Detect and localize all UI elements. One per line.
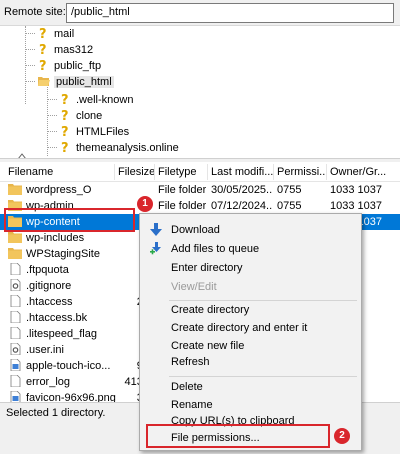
file-row-wordpress-o[interactable]: wordpress_O File folder 30/05/2025... 0755 1… xyxy=(0,182,400,198)
folder-icon xyxy=(8,248,22,259)
svg-text:?: ? xyxy=(61,109,69,121)
menu-item-delete[interactable]: Delete xyxy=(140,377,361,397)
remote-site-bar: Remote site: /public_html xyxy=(0,0,400,26)
menu-item-refresh[interactable]: Refresh xyxy=(140,352,361,372)
file-name: error_log xyxy=(26,376,71,388)
file-owner-group: 1033 1037 xyxy=(330,200,382,212)
unknown-folder-icon: ? xyxy=(61,93,69,105)
image-file-icon xyxy=(10,359,21,371)
file-name: .user.ini xyxy=(26,344,64,356)
status-text: Selected 1 directory. xyxy=(6,407,106,419)
unknown-folder-icon: ? xyxy=(61,141,69,153)
svg-text:?: ? xyxy=(61,93,69,105)
config-file-icon xyxy=(10,279,21,291)
svg-text:?: ? xyxy=(39,27,47,39)
context-menu: Download Add files to queue Enter direct… xyxy=(139,213,362,451)
file-modified: 07/12/2024... xyxy=(211,200,273,212)
file-permissions: 0755 xyxy=(277,184,302,196)
file-name: .litespeed_flag xyxy=(26,328,97,340)
file-name: .htaccess xyxy=(26,296,73,308)
file-icon xyxy=(10,311,21,323)
file-owner-group: 1033 1037 xyxy=(330,184,382,196)
file-name: .htaccess.bk xyxy=(26,312,88,324)
unknown-folder-icon: ? xyxy=(39,59,47,71)
file-icon xyxy=(10,327,21,339)
file-name: .gitignore xyxy=(26,280,72,292)
file-icon xyxy=(10,263,21,275)
svg-text:?: ? xyxy=(61,125,69,137)
tree-item-themeanalysis[interactable]: ? themeanalysis.online xyxy=(59,140,179,155)
menu-item-create-directory[interactable]: Create directory xyxy=(140,300,361,320)
file-name: apple-touch-ico... xyxy=(26,360,111,372)
column-header-filename[interactable]: Filename xyxy=(8,166,113,178)
tree-item-htmlfiles[interactable]: ? HTMLFiles xyxy=(59,124,129,139)
unknown-folder-icon: ? xyxy=(39,27,47,39)
config-file-icon xyxy=(10,343,21,355)
svg-text:?: ? xyxy=(39,59,47,71)
file-name: favicon-96x96.png xyxy=(26,392,116,402)
menu-item-download[interactable]: Download xyxy=(140,220,361,240)
column-header-filesize[interactable]: Filesize xyxy=(118,166,156,178)
file-name: wp-includes xyxy=(26,232,85,244)
file-icon xyxy=(10,375,21,387)
menu-item-create-directory-and-enter[interactable]: Create directory and enter it xyxy=(140,318,361,338)
callout-badge-one: 1 xyxy=(137,196,153,212)
folder-icon xyxy=(8,232,22,243)
file-permissions: 0755 xyxy=(277,200,302,212)
file-list-header: Filename Filesize Filetype Last modifi..… xyxy=(0,162,400,182)
menu-item-enter-directory[interactable]: Enter directory xyxy=(140,258,361,278)
svg-text:?: ? xyxy=(39,43,47,55)
menu-item-add-to-queue[interactable]: Add files to queue xyxy=(140,239,361,259)
unknown-folder-icon: ? xyxy=(39,43,47,55)
download-arrow-icon xyxy=(150,223,162,236)
callout-highlight-wp-content xyxy=(4,208,135,232)
callout-badge-two: 2 xyxy=(334,428,350,444)
tree-item-clone[interactable]: ? clone xyxy=(59,108,102,123)
menu-item-view-edit: View/Edit xyxy=(171,281,217,293)
column-header-last-modified[interactable]: Last modifi... xyxy=(211,166,273,178)
column-header-permissions[interactable]: Permissi... xyxy=(277,166,325,178)
file-type: File folder xyxy=(158,184,206,196)
folder-icon xyxy=(8,184,22,195)
file-modified: 30/05/2025... xyxy=(211,184,273,196)
file-name: wordpress_O xyxy=(26,184,92,196)
file-name: .ftpquota xyxy=(26,264,69,276)
file-icon xyxy=(10,295,21,307)
tree-item-mas312[interactable]: ? mas312 xyxy=(37,42,93,57)
svg-text:?: ? xyxy=(61,141,69,153)
unknown-folder-icon: ? xyxy=(61,125,69,137)
image-file-icon xyxy=(10,391,21,402)
tree-item-mail[interactable]: ? mail xyxy=(37,26,74,41)
column-header-owner-group[interactable]: Owner/Gr... xyxy=(330,166,398,178)
file-name: WPStagingSite xyxy=(26,248,100,260)
unknown-folder-icon: ? xyxy=(61,109,69,121)
tree-item-well-known[interactable]: ? .well-known xyxy=(59,92,133,107)
column-header-filetype[interactable]: Filetype xyxy=(158,166,206,178)
tree-item-public-html[interactable]: public_html xyxy=(37,74,114,89)
remote-site-path-input[interactable]: /public_html xyxy=(66,3,394,23)
add-to-queue-icon xyxy=(150,242,161,255)
open-folder-icon xyxy=(38,77,50,86)
file-type: File folder xyxy=(158,200,206,212)
tree-item-public-ftp[interactable]: ? public_ftp xyxy=(37,58,101,73)
callout-highlight-file-permissions xyxy=(146,424,330,448)
remote-site-label: Remote site: xyxy=(4,6,66,18)
remote-directory-tree[interactable]: ? mail ? mas312 ? public_ftp public_html ?.… xyxy=(0,26,400,158)
